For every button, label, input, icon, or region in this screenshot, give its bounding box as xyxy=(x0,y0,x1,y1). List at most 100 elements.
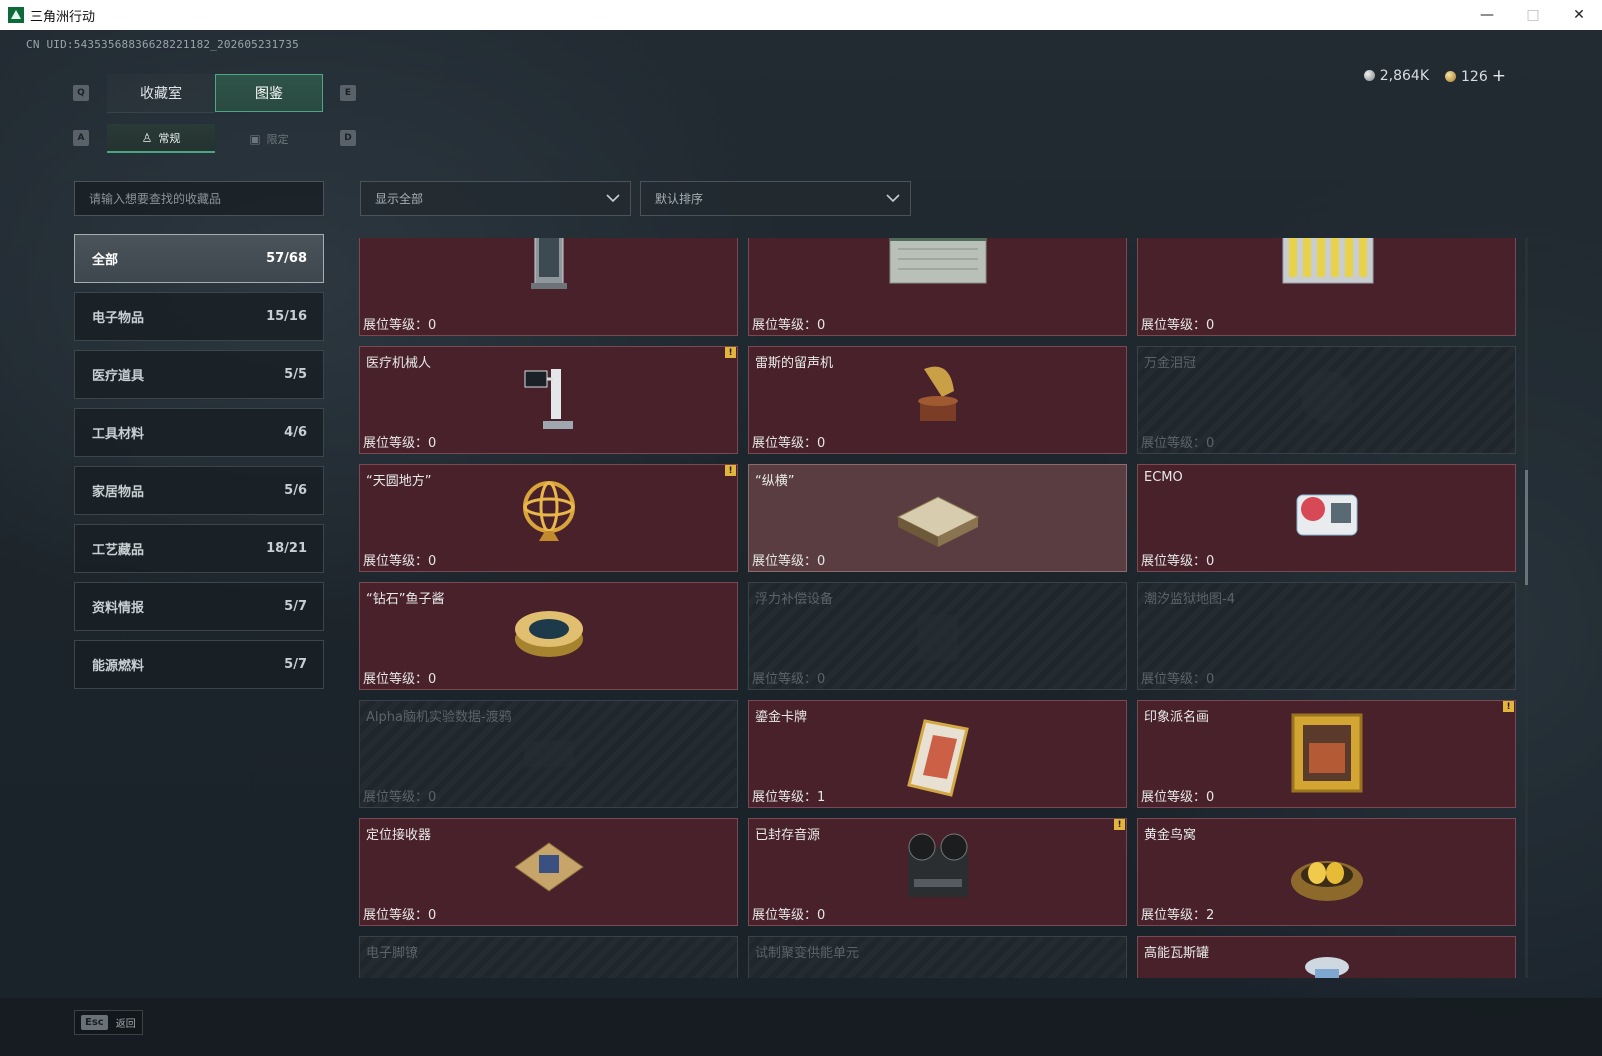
category-electronics[interactable]: 电子物品 15/16 xyxy=(74,292,324,341)
category-count: 57/68 xyxy=(266,251,307,266)
silver-amount: 2,864K xyxy=(1379,68,1430,84)
level-prefix: 展位等级： xyxy=(1141,318,1207,333)
level-prefix: 展位等级： xyxy=(752,318,818,333)
level-prefix: 展位等级： xyxy=(363,908,429,923)
maximize-button[interactable]: □ xyxy=(1510,0,1556,30)
minimize-button[interactable]: — xyxy=(1464,0,1510,30)
level-prefix: 展位等级： xyxy=(752,672,818,687)
subtab-limited-label: 限定 xyxy=(266,132,289,146)
subtab-regular-label: 常规 xyxy=(158,131,181,145)
receiver-icon xyxy=(513,842,584,892)
esc-key-icon: Esc xyxy=(81,1015,108,1030)
armillary-sphere-icon xyxy=(522,481,575,541)
card-title: “钻石”鱼子酱 xyxy=(366,592,445,607)
card-level: 展位等级：0 xyxy=(363,904,436,923)
category-label: 全部 xyxy=(92,253,119,268)
subtab-regular[interactable]: ♙ 常规 xyxy=(107,124,215,153)
gold-coin-icon xyxy=(1445,71,1457,82)
card-title: ECMO xyxy=(1144,470,1183,485)
back-button[interactable]: Esc 返回 xyxy=(74,1010,143,1035)
add-currency-button[interactable]: + xyxy=(1492,66,1506,86)
collection-card[interactable]: “纵横” 展位等级：0 xyxy=(748,464,1127,572)
collection-card[interactable]: 黄金鸟窝 展位等级：2 xyxy=(1137,818,1516,926)
collection-card[interactable]: 展位等级：0 xyxy=(748,238,1127,336)
collection-card[interactable]: Alpha脑机实验数据-渡鸦 展位等级：0 xyxy=(359,700,738,808)
level-value: 0 xyxy=(1206,790,1215,805)
gilded-card-icon xyxy=(906,719,969,797)
card-title: 浮力补偿设备 xyxy=(755,592,834,607)
category-all[interactable]: 全部 57/68 xyxy=(74,234,324,283)
card-title: 印象派名画 xyxy=(1144,710,1210,725)
level-value: 0 xyxy=(817,672,826,687)
gramophone-icon xyxy=(917,366,958,421)
collection-card[interactable]: “钻石”鱼子酱展位等级：0 xyxy=(359,582,738,690)
warning-icon: ! xyxy=(1503,701,1514,712)
filter-dropdown[interactable]: 显示全部 xyxy=(360,181,631,216)
level-prefix: 展位等级： xyxy=(363,790,429,805)
medical-robot-icon xyxy=(524,369,573,429)
collection-card[interactable]: “天圆地方” 展位等级：0! xyxy=(359,464,738,572)
card-level: 展位等级：0 xyxy=(363,786,436,805)
card-level: 展位等级：1 xyxy=(752,786,825,805)
collection-card[interactable]: 展位等级：0 xyxy=(1137,238,1516,336)
key-hint-q: Q xyxy=(73,85,89,101)
tab-catalog[interactable]: 图鉴 xyxy=(215,74,323,112)
chevron-down-icon xyxy=(886,194,900,203)
category-household[interactable]: 家居物品 5/6 xyxy=(74,466,324,515)
card-level: 展位等级：0 xyxy=(752,432,825,451)
collection-card[interactable]: 电子脚镣 xyxy=(359,936,738,978)
card-level: 展位等级：0 xyxy=(752,314,825,333)
collection-card[interactable]: 试制聚变供能单元 xyxy=(748,936,1127,978)
collection-card[interactable]: 印象派名画展位等级：0! xyxy=(1137,700,1516,808)
category-count: 4/6 xyxy=(284,425,307,440)
card-level: 展位等级：0 xyxy=(363,668,436,687)
search-input[interactable]: 请输入想要查找的收藏品 xyxy=(74,181,324,216)
card-level: 展位等级：0 xyxy=(1141,786,1214,805)
gas-canister-icon xyxy=(1304,957,1349,978)
category-energy[interactable]: 能源燃料 5/7 xyxy=(74,640,324,689)
collection-card[interactable]: ECMO 展位等级：0 xyxy=(1137,464,1516,572)
level-value: 0 xyxy=(428,908,437,923)
tape-recorder-icon xyxy=(907,833,968,897)
bottom-bar: Esc 返回 xyxy=(0,998,1602,1056)
collection-card[interactable]: 定位接收器 展位等级：0 xyxy=(359,818,738,926)
caviar-tin-icon xyxy=(514,611,583,657)
collection-card[interactable]: 医疗机械人 展位等级：0! xyxy=(359,346,738,454)
scrollbar-track[interactable] xyxy=(1525,238,1528,978)
uid-text: CN UID:5435356883662822118​2_20260523173… xyxy=(26,38,299,51)
subtab-limited[interactable]: ▣ 限定 xyxy=(215,124,323,153)
silver-coin-icon xyxy=(1363,70,1375,81)
card-level: 展位等级：0 xyxy=(752,550,825,569)
collection-card[interactable]: 展位等级：0 xyxy=(359,238,738,336)
collection-card[interactable]: 鎏金卡牌 展位等级：1 xyxy=(748,700,1127,808)
category-count: 5/7 xyxy=(284,599,307,614)
level-prefix: 展位等级： xyxy=(363,318,429,333)
card-title: 已封存音源 xyxy=(755,828,821,843)
chessboard-icon xyxy=(896,496,979,547)
golden-nest-icon xyxy=(1290,861,1363,901)
level-value: 0 xyxy=(817,436,826,451)
sort-dropdown[interactable]: 默认排序 xyxy=(640,181,911,216)
card-title: 试制聚变供能单元 xyxy=(755,946,860,961)
collection-card[interactable]: 潮汐监狱地图-4 展位等级：0 xyxy=(1137,582,1516,690)
category-label: 工具材料 xyxy=(92,427,145,442)
level-value: 0 xyxy=(1206,436,1215,451)
scrollbar-thumb[interactable] xyxy=(1525,470,1528,585)
card-level: 展位等级：0 xyxy=(363,432,436,451)
collection-card[interactable]: 高能瓦斯罐 xyxy=(1137,936,1516,978)
category-tools[interactable]: 工具材料 4/6 xyxy=(74,408,324,457)
collection-card[interactable]: 雷斯的留声机 展位等级：0 xyxy=(748,346,1127,454)
tab-collection-room[interactable]: 收藏室 xyxy=(107,74,215,113)
collection-card[interactable]: 浮力补偿设备 展位等级：0 xyxy=(748,582,1127,690)
level-value: 0 xyxy=(817,318,826,333)
collection-card[interactable]: 万金泪冠 展位等级：0 xyxy=(1137,346,1516,454)
card-title: 万金泪冠 xyxy=(1144,356,1197,371)
collection-card[interactable]: 已封存音源 展位等级：0! xyxy=(748,818,1127,926)
card-title: 电子脚镣 xyxy=(366,946,419,961)
close-button[interactable]: ✕ xyxy=(1556,0,1602,30)
category-intel[interactable]: 资料情报 5/7 xyxy=(74,582,324,631)
category-count: 5/5 xyxy=(284,367,307,382)
category-crafts[interactable]: 工艺藏品 18/21 xyxy=(74,524,324,573)
category-medical[interactable]: 医疗道具 5/5 xyxy=(74,350,324,399)
card-title: “纵横” xyxy=(755,474,795,489)
